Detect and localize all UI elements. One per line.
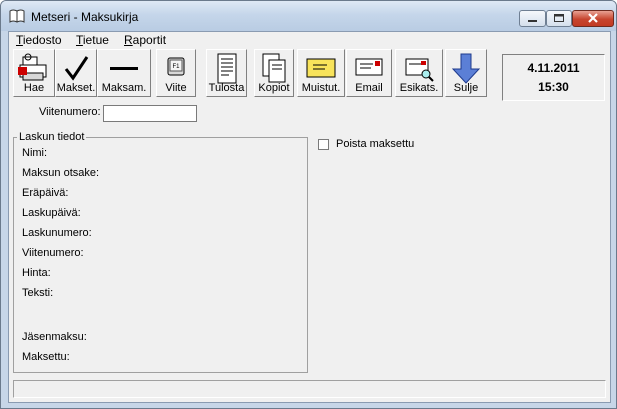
copies-icon xyxy=(262,53,286,83)
book-icon xyxy=(9,9,25,23)
paid-button[interactable]: Makset. xyxy=(55,49,97,97)
name-label: Nimi: xyxy=(22,147,48,159)
dash-icon xyxy=(110,67,138,70)
menu-tietue[interactable]: Tietue xyxy=(76,33,109,47)
menu-bar: Tiedosto Tietue Raportit xyxy=(9,32,610,48)
preview-icon xyxy=(405,58,434,82)
due-date-label: Eräpäivä: xyxy=(22,187,69,199)
payment-title-label: Maksun otsake: xyxy=(22,167,100,179)
close-icon xyxy=(588,13,598,23)
preview-button[interactable]: Esikats. xyxy=(395,49,443,97)
key-icon: F1 xyxy=(167,57,185,76)
reference-number-label: Viitenumero: xyxy=(39,106,101,118)
remove-paid-label[interactable]: Poista maksettu xyxy=(336,138,414,150)
text-label: Teksti: xyxy=(22,287,54,299)
close-form-label: Sulje xyxy=(453,82,479,94)
fetch-button[interactable]: Hae xyxy=(13,49,55,97)
copies-button[interactable]: Kopiot xyxy=(254,49,294,97)
clock-date: 4.11.2011 xyxy=(527,61,580,75)
reference-label-field: Viitenumero: xyxy=(22,247,84,259)
reference-number-input[interactable] xyxy=(103,105,197,122)
membership-fee-label: Jäsenmaksu: xyxy=(22,331,87,343)
app-window: Metseri - Maksukirja Tiedosto Tietue Rap… xyxy=(0,0,617,409)
price-label: Hinta: xyxy=(22,267,51,279)
paid-status-label: Maksettu: xyxy=(22,351,70,363)
reminder-label: Muistut. xyxy=(301,82,341,94)
maximize-button[interactable] xyxy=(546,10,572,27)
menu-raportit[interactable]: Raportit xyxy=(124,33,166,47)
reference-label: Viite xyxy=(165,82,187,94)
close-form-button[interactable]: Sulje xyxy=(445,49,487,97)
invoice-details-group: Laskun tiedot Nimi: Maksun otsake: Eräpä… xyxy=(13,131,308,373)
print-label: Tulosta xyxy=(208,82,245,94)
email-label: Email xyxy=(355,82,383,94)
title-bar[interactable]: Metseri - Maksukirja xyxy=(1,1,616,31)
copies-label: Kopiot xyxy=(258,82,290,94)
window-title: Metseri - Maksukirja xyxy=(31,10,139,24)
unpaid-label: Maksam. xyxy=(101,82,147,94)
minimize-button[interactable] xyxy=(519,10,546,27)
document-icon xyxy=(217,53,236,84)
print-button[interactable]: Tulosta xyxy=(206,49,247,97)
minimize-icon xyxy=(528,20,537,22)
status-bar xyxy=(13,380,606,398)
reference-button[interactable]: F1 Viite xyxy=(156,49,196,97)
invoice-number-label: Laskunumero: xyxy=(22,227,92,239)
menu-tiedosto[interactable]: Tiedosto xyxy=(16,33,62,47)
checkmark-icon xyxy=(64,56,89,81)
preview-label: Esikats. xyxy=(399,82,439,94)
reminder-button[interactable]: Muistut. xyxy=(297,49,345,97)
clock-panel: 4.11.2011 15:30 xyxy=(502,54,605,101)
remove-paid-checkbox[interactable] xyxy=(318,139,329,150)
clock-time: 15:30 xyxy=(538,80,569,94)
unpaid-button[interactable]: Maksam. xyxy=(97,49,151,97)
invoice-date-label: Laskupäivä: xyxy=(22,207,81,219)
invoice-details-title: Laskun tiedot xyxy=(17,131,87,143)
close-button[interactable] xyxy=(572,10,614,27)
envelope-icon xyxy=(306,58,336,78)
email-button[interactable]: Email xyxy=(346,49,392,97)
email-icon xyxy=(355,58,383,76)
svg-text:F1: F1 xyxy=(172,64,180,70)
search-printer-icon xyxy=(18,53,47,81)
paid-label: Makset. xyxy=(56,82,96,94)
down-arrow-icon xyxy=(451,53,481,84)
maximize-icon xyxy=(554,14,564,22)
fetch-label: Hae xyxy=(23,82,45,94)
client-area: Tiedosto Tietue Raportit Hae Makset. Mak… xyxy=(8,31,611,403)
